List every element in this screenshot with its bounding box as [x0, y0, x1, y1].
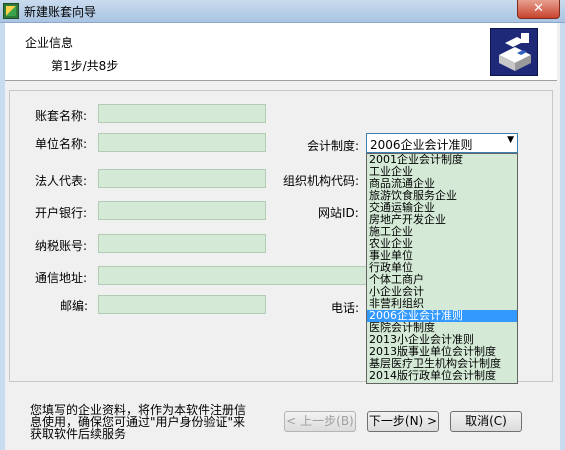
legal-rep-label: 法人代表: [35, 174, 88, 188]
next-button[interactable]: 下一步(N) > [367, 411, 439, 432]
window-border-right [560, 23, 565, 450]
dropdown-option[interactable]: 2014版行政单位会计制度 [367, 370, 517, 382]
website-label: 网站ID: [318, 206, 359, 220]
wizard-footer: 您填写的企业资料，将作为本软件注册信息使用，确保您可通过"用户身份验证"来获取软… [5, 395, 557, 450]
wizard-logo-icon [490, 28, 538, 76]
accounting-system-select[interactable]: 2006企业会计准则 ▼ [366, 133, 518, 153]
accounting-system-dropdown: 2001企业会计制度 工业企业 商品流通企业 旅游饮食服务企业 交通运输企业 房… [366, 153, 518, 384]
window-title: 新建账套向导 [24, 5, 97, 19]
chevron-down-icon[interactable]: ▼ [507, 135, 514, 145]
wizard-header: 企业信息 第1步/共8步 [5, 23, 557, 81]
account-name-field[interactable] [98, 104, 266, 123]
footer-note: 您填写的企业资料，将作为本软件注册信息使用，确保您可通过"用户身份验证"来获取软… [30, 403, 247, 441]
accounting-system-selected: 2006企业会计准则 [370, 138, 473, 152]
close-button[interactable]: ✕ [517, 0, 560, 19]
bank-label: 开户银行: [35, 206, 88, 220]
org-code-label: 组织机构代码: [283, 174, 360, 188]
phone-label: 电话: [331, 301, 360, 315]
unit-name-field[interactable] [98, 133, 266, 152]
account-name-label: 账套名称: [35, 109, 88, 123]
prev-button[interactable]: < 上一步(B) [284, 411, 356, 432]
unit-name-label: 单位名称: [35, 137, 88, 151]
tax-no-label: 纳税账号: [35, 239, 88, 253]
title-bar: 新建账套向导 ✕ [0, 0, 565, 23]
address-label: 通信地址: [35, 271, 88, 285]
accounting-system-label: 会计制度: [307, 139, 360, 153]
bank-field[interactable] [98, 201, 266, 220]
address-field[interactable] [98, 266, 368, 285]
tax-no-field[interactable] [98, 234, 266, 253]
postcode-label: 邮编: [60, 299, 89, 313]
page-title: 企业信息 [25, 36, 74, 50]
legal-rep-field[interactable] [98, 169, 266, 188]
postcode-field[interactable] [98, 295, 266, 314]
step-indicator: 第1步/共8步 [51, 59, 119, 73]
cancel-button[interactable]: 取消(C) [450, 411, 522, 432]
app-icon [3, 3, 19, 19]
